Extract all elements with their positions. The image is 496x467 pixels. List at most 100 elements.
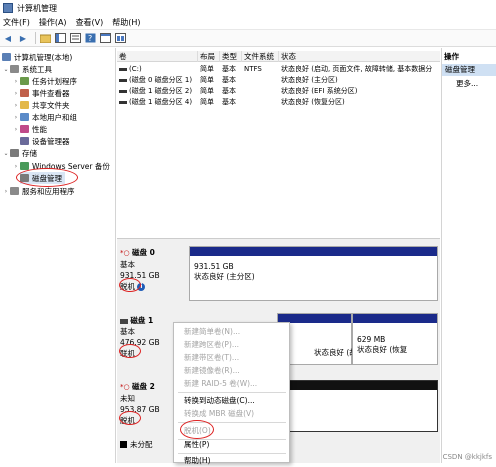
disk-name: 磁盘 1: [130, 316, 154, 325]
table-row[interactable]: (磁盘 1 磁盘分区 4) 简单 基本 状态良好 (恢复分区): [117, 97, 440, 107]
forward-arrow-icon[interactable]: ▶: [17, 32, 29, 44]
table-row[interactable]: (C:) 简单 基本 NTFS 状态良好 (启动, 页面文件, 故障转储, 基本…: [117, 64, 440, 74]
tree-root[interactable]: 计算机管理(本地): [2, 51, 72, 63]
menu-item-new-simple-volume[interactable]: 新建简单卷(N)...: [184, 325, 240, 338]
cell-layout: 简单: [200, 98, 214, 106]
folder-icon: [20, 101, 29, 109]
menu-item-new-spanned-volume[interactable]: 新建跨区卷(P)...: [184, 338, 239, 351]
backup-icon: [20, 162, 29, 170]
cell-type: 基本: [222, 76, 236, 84]
tree-item-local-users[interactable]: › 本地用户和组: [12, 111, 77, 123]
disk-0-partition[interactable]: 931.51 GB 状态良好 (主分区): [189, 246, 438, 301]
cell-volume: (磁盘 0 磁盘分区 1): [129, 76, 193, 84]
partition-header-bar: [353, 314, 437, 323]
actions-selected-item[interactable]: 磁盘管理: [442, 64, 496, 76]
column-header-layout[interactable]: 布局: [198, 51, 220, 62]
chevron-down-icon[interactable]: ⌄: [2, 66, 10, 73]
partition-header-bar: [278, 381, 437, 390]
tree-label: 存储: [22, 148, 37, 158]
column-header-status[interactable]: 状态: [279, 51, 440, 62]
annotation-circle: [119, 344, 141, 358]
volume-list: (C:) 简单 基本 NTFS 状态良好 (启动, 页面文件, 故障转储, 基本…: [117, 63, 440, 238]
menu-help[interactable]: 帮助(H): [112, 17, 140, 28]
tree-item-event-viewer[interactable]: › 事件查看器: [12, 87, 70, 99]
disk-offline-icon: *○: [120, 249, 130, 257]
table-row[interactable]: (磁盘 0 磁盘分区 1) 简单 基本 状态良好 (主分区): [117, 75, 440, 85]
column-header-type[interactable]: 类型: [220, 51, 242, 62]
chevron-right-icon[interactable]: ›: [12, 102, 20, 109]
disk-2-area[interactable]: [277, 380, 438, 432]
menu-separator: [178, 392, 286, 393]
annotation-circle: [16, 168, 78, 187]
tree-label: 系统工具: [22, 64, 52, 74]
menu-file[interactable]: 文件(F): [3, 17, 30, 28]
menu-item-help[interactable]: 帮助(H): [184, 454, 211, 467]
cell-volume: (C:): [129, 65, 142, 73]
tree-label: 计算机管理(本地): [14, 52, 73, 62]
console-icon[interactable]: [99, 32, 111, 44]
tree-label: 设备管理器: [32, 136, 70, 146]
tree-item-services-apps[interactable]: › 服务和应用程序: [2, 185, 75, 197]
menu-item-new-raid5-volume[interactable]: 新建 RAID-5 卷(W)...: [184, 377, 257, 390]
annotation-circle: [119, 278, 141, 292]
legend: 未分配: [120, 439, 153, 450]
disk-1-partition-recovery[interactable]: 629 MB 状态良好 (恢复: [352, 313, 438, 365]
tree-item-storage[interactable]: ⌄ 存储: [2, 147, 37, 159]
chevron-right-icon[interactable]: ›: [12, 126, 20, 133]
disk-name: 磁盘 2: [132, 382, 155, 391]
tree-label: 服务和应用程序: [22, 186, 75, 196]
cell-status: 状态良好 (主分区): [281, 76, 338, 84]
menu-item-convert-dynamic[interactable]: 转换到动态磁盘(C)...: [184, 394, 255, 407]
tree-label: 任务计划程序: [32, 76, 77, 86]
services-icon: [10, 187, 19, 195]
navigation-tree: 计算机管理(本地) ⌄ 系统工具 › 任务计划程序 › 事件查看器 › 共享文件…: [0, 48, 116, 463]
disk-icon: [120, 318, 128, 324]
chevron-right-icon[interactable]: ›: [12, 78, 20, 85]
performance-icon: [20, 125, 29, 133]
cell-type: 基本: [222, 87, 236, 95]
volume-list-header: 卷 布局 类型 文件系统 状态: [117, 51, 440, 62]
disk-offline-icon: *○: [120, 383, 130, 391]
volume-icon: [119, 89, 127, 93]
folder-up-icon[interactable]: [39, 32, 51, 44]
cell-status: 状态良好 (EFI 系统分区): [281, 87, 358, 95]
properties-icon[interactable]: [69, 32, 81, 44]
watermark: CSDN @kkjkfs: [442, 453, 492, 461]
menu-action[interactable]: 操作(A): [39, 17, 67, 28]
column-header-volume[interactable]: 卷: [117, 51, 198, 62]
back-arrow-icon[interactable]: ◀: [2, 32, 14, 44]
actions-more-link[interactable]: 更多...: [456, 78, 478, 89]
disk-type: 基本: [120, 260, 135, 269]
device-manager-icon: [20, 137, 29, 145]
tree-item-task-scheduler[interactable]: › 任务计划程序: [12, 75, 77, 87]
tree-label: 本地用户和组: [32, 112, 77, 122]
menu-item-new-mirrored-volume[interactable]: 新建镜像卷(R)...: [184, 364, 240, 377]
cell-layout: 简单: [200, 87, 214, 95]
details-icon[interactable]: [114, 32, 126, 44]
tree-label: 共享文件夹: [32, 100, 70, 110]
chevron-right-icon[interactable]: ›: [12, 163, 20, 170]
annotation-circle: [180, 420, 214, 439]
computer-icon: [2, 53, 11, 61]
help-icon[interactable]: ?: [84, 32, 96, 44]
tree-label: 事件查看器: [32, 88, 70, 98]
menu-view[interactable]: 查看(V): [76, 17, 104, 28]
show-hide-tree-icon[interactable]: [54, 32, 66, 44]
chevron-right-icon[interactable]: ›: [2, 188, 10, 195]
tree-item-device-manager[interactable]: 设备管理器: [20, 135, 70, 147]
tree-item-performance[interactable]: › 性能: [12, 123, 47, 135]
menu-item-convert-mbr[interactable]: 转换成 MBR 磁盘(V): [184, 407, 254, 420]
clock-icon: [20, 77, 29, 85]
partition-status: 状态良好 (恢复: [357, 345, 408, 354]
menu-item-properties[interactable]: 属性(P): [184, 438, 209, 451]
chevron-right-icon[interactable]: ›: [12, 114, 20, 121]
actions-title: 操作: [444, 52, 459, 61]
tree-item-shared-folders[interactable]: › 共享文件夹: [12, 99, 70, 111]
tree-item-system-tools[interactable]: ⌄ 系统工具: [2, 63, 52, 75]
menu-item-new-striped-volume[interactable]: 新建带区卷(T)...: [184, 351, 239, 364]
column-header-filesystem[interactable]: 文件系统: [242, 51, 279, 62]
table-row[interactable]: (磁盘 1 磁盘分区 2) 简单 基本 状态良好 (EFI 系统分区): [117, 86, 440, 96]
chevron-right-icon[interactable]: ›: [12, 90, 20, 97]
actions-pane: 操作 磁盘管理 更多...: [441, 48, 496, 463]
chevron-down-icon[interactable]: ⌄: [2, 150, 10, 157]
